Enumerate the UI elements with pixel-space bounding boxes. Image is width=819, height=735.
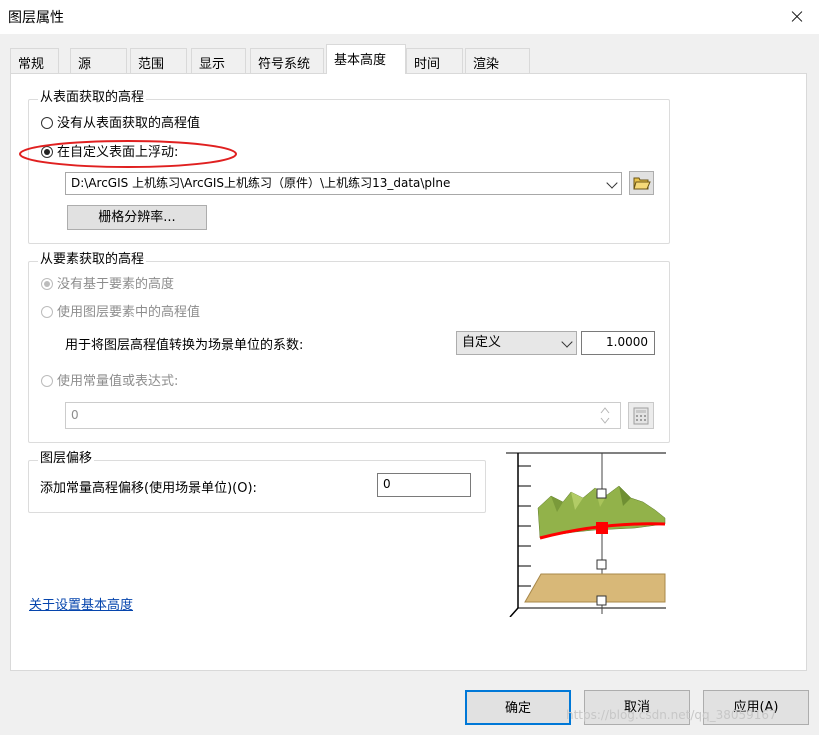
watermark: https://blog.csdn.net/qq_38059167	[566, 708, 777, 722]
calculator-icon	[633, 407, 649, 425]
base-height-illustration	[506, 452, 666, 617]
radio-layer-label: 使用图层要素中的高程值	[57, 305, 201, 320]
expression-input[interactable]: 0	[65, 402, 621, 429]
radio-expression[interactable]: 使用常量值或表达式:	[41, 373, 178, 391]
feature-group-legend: 从要素获取的高程	[38, 252, 147, 268]
tab-display[interactable]: 显示	[191, 48, 246, 73]
surface-group-legend: 从表面获取的高程	[38, 90, 147, 106]
help-link[interactable]: 关于设置基本高度	[29, 594, 133, 613]
radio-expression-label: 使用常量值或表达式:	[57, 374, 179, 389]
radio-icon	[41, 117, 53, 129]
radio-no-feature-height[interactable]: 没有基于要素的高度	[41, 276, 174, 294]
offset-label: 添加常量高程偏移(使用场景单位)(O):	[40, 481, 257, 496]
unit-dropdown[interactable]: 自定义	[456, 331, 577, 355]
title-bar: 图层属性	[0, 0, 819, 34]
chevron-down-icon	[606, 177, 618, 189]
offset-group-legend: 图层偏移	[38, 451, 95, 467]
highlight-ellipse	[19, 140, 237, 168]
factor-input[interactable]: 1.0000	[581, 331, 655, 355]
tab-time[interactable]: 时间	[406, 48, 463, 73]
radio-no-feature-label: 没有基于要素的高度	[57, 277, 175, 292]
spinner-arrows-icon	[600, 407, 610, 424]
ok-button[interactable]: 确定	[465, 690, 571, 725]
open-folder-icon	[632, 177, 651, 190]
tab-rendering[interactable]: 渲染	[465, 48, 530, 73]
raster-resolution-button[interactable]: 栅格分辨率...	[67, 205, 207, 230]
tab-base-heights[interactable]: 基本高度	[326, 44, 406, 74]
radio-icon	[41, 375, 53, 387]
tab-extent[interactable]: 范围	[130, 48, 187, 73]
radio-selected-icon	[41, 278, 53, 290]
surface-path-dropdown[interactable]: D:\ArcGIS 上机练习\ArcGIS上机练习（原件）\上机练习13_dat…	[65, 172, 622, 195]
tab-general[interactable]: 常规	[10, 48, 59, 73]
window-title: 图层属性	[8, 10, 64, 26]
tab-source[interactable]: 源	[70, 48, 127, 73]
factor-label: 用于将图层高程值转换为场景单位的系数:	[65, 338, 304, 353]
unit-value: 自定义	[462, 335, 502, 350]
radio-no-surface-elevation[interactable]: 没有从表面获取的高程值	[41, 115, 200, 133]
expression-spinner[interactable]	[598, 405, 612, 426]
expression-builder-button[interactable]	[628, 402, 654, 429]
radio-no-surface-label: 没有从表面获取的高程值	[57, 116, 201, 131]
tab-strip: 常规 源 范围 显示 符号系统 基本高度 时间 渲染	[10, 44, 810, 74]
radio-icon	[41, 306, 53, 318]
tab-symbology[interactable]: 符号系统	[250, 48, 324, 73]
radio-layer-elevation[interactable]: 使用图层要素中的高程值	[41, 304, 200, 322]
surface-path-value: D:\ArcGIS 上机练习\ArcGIS上机练习（原件）\上机练习13_dat…	[71, 176, 451, 190]
close-icon[interactable]	[773, 0, 819, 34]
chevron-down-icon	[561, 336, 573, 348]
open-folder-button[interactable]	[629, 171, 654, 195]
offset-input[interactable]: 0	[377, 473, 471, 497]
